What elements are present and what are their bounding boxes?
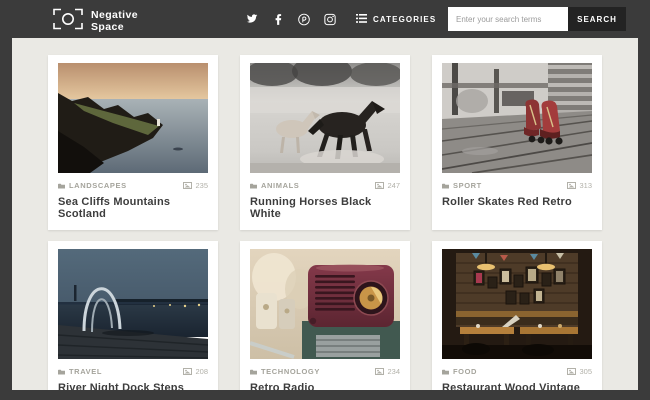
photo-count-icon <box>567 182 577 189</box>
social-links <box>246 0 336 38</box>
instagram-icon[interactable] <box>324 13 336 26</box>
photo-card-running-horses[interactable]: ANIMALS 247 Running Horses Black White <box>240 55 410 230</box>
category-link[interactable]: ANIMALS <box>250 181 299 190</box>
card-meta: LANDSCAPES 235 <box>58 181 208 190</box>
pinterest-icon[interactable] <box>298 13 310 26</box>
photo-thumbnail-running-horses[interactable] <box>250 63 400 173</box>
site-logo[interactable]: Negative Space <box>53 8 138 35</box>
photo-card-restaurant[interactable]: FOOD 305 Restaurant Wood Vintage Photo <box>432 241 602 390</box>
photo-title-link[interactable]: Restaurant Wood Vintage Photo <box>442 382 592 390</box>
search-button[interactable]: SEARCH <box>568 7 626 31</box>
photo-title-link[interactable]: Roller Skates Red Retro <box>442 196 592 208</box>
photo-title-link[interactable]: Sea Cliffs Mountains Scotland <box>58 196 208 220</box>
facebook-icon[interactable] <box>272 13 284 26</box>
category-link[interactable]: LANDSCAPES <box>58 181 127 190</box>
card-meta: SPORT 313 <box>442 181 592 190</box>
camera-brackets-icon <box>53 8 83 35</box>
photo-count-icon <box>183 182 193 189</box>
folder-icon <box>442 369 449 374</box>
photo-thumbnail-roller-skates[interactable] <box>442 63 592 173</box>
photo-count-icon <box>183 368 193 375</box>
search-bar: SEARCH <box>448 7 626 31</box>
categories-menu-button[interactable]: CATEGORIES <box>356 0 436 38</box>
photo-count-badge: 305 <box>567 367 592 376</box>
category-link[interactable]: FOOD <box>442 367 477 376</box>
restaurant-illustration <box>442 249 592 359</box>
photo-thumbnail-sea-cliffs[interactable] <box>58 63 208 173</box>
photo-grid: LANDSCAPES 235 Sea Cliffs Mountains Scot… <box>12 38 638 390</box>
photo-card-sea-cliffs[interactable]: LANDSCAPES 235 Sea Cliffs Mountains Scot… <box>48 55 218 230</box>
roller-skates-illustration <box>442 63 592 173</box>
photo-thumbnail-night-dock[interactable] <box>58 249 208 359</box>
photo-count-badge: 235 <box>183 181 208 190</box>
photo-count-icon <box>375 182 385 189</box>
photo-count-icon <box>375 368 385 375</box>
category-link[interactable]: TECHNOLOGY <box>250 367 320 376</box>
photo-card-night-dock[interactable]: TRAVEL 208 River Night Dock Steps <box>48 241 218 390</box>
folder-icon <box>250 369 257 374</box>
folder-icon <box>58 369 65 374</box>
folder-icon <box>442 183 449 188</box>
running-horses-illustration <box>250 63 400 173</box>
top-navbar: Negative Space CATEGORIES Enter your sea… <box>0 0 650 38</box>
sea-cliffs-illustration <box>58 63 208 173</box>
photo-count-badge: 208 <box>183 367 208 376</box>
night-dock-illustration <box>58 249 208 359</box>
logo-wordmark: Negative Space <box>91 8 138 33</box>
photo-thumbnail-restaurant[interactable] <box>442 249 592 359</box>
photo-card-roller-skates[interactable]: SPORT 313 Roller Skates Red Retro <box>432 55 602 230</box>
photo-count-badge: 234 <box>375 367 400 376</box>
categories-label: CATEGORIES <box>373 14 437 24</box>
card-meta: FOOD 305 <box>442 367 592 376</box>
category-link[interactable]: TRAVEL <box>58 367 102 376</box>
photo-card-retro-radio[interactable]: TECHNOLOGY 234 Retro Radio <box>240 241 410 390</box>
search-input[interactable] <box>448 7 568 31</box>
content-panel: LANDSCAPES 235 Sea Cliffs Mountains Scot… <box>12 38 638 390</box>
card-meta: TECHNOLOGY 234 <box>250 367 400 376</box>
folder-icon <box>58 183 65 188</box>
photo-thumbnail-retro-radio[interactable] <box>250 249 400 359</box>
photo-title-link[interactable]: Running Horses Black White <box>250 196 400 220</box>
photo-count-badge: 247 <box>375 181 400 190</box>
list-icon <box>356 13 367 25</box>
retro-radio-illustration <box>250 249 400 359</box>
card-meta: ANIMALS 247 <box>250 181 400 190</box>
photo-count-icon <box>567 368 577 375</box>
photo-count-badge: 313 <box>567 181 592 190</box>
card-meta: TRAVEL 208 <box>58 367 208 376</box>
photo-title-link[interactable]: Retro Radio <box>250 382 400 390</box>
photo-title-link[interactable]: River Night Dock Steps <box>58 382 208 390</box>
folder-icon <box>250 183 257 188</box>
category-link[interactable]: SPORT <box>442 181 482 190</box>
twitter-icon[interactable] <box>246 13 258 26</box>
